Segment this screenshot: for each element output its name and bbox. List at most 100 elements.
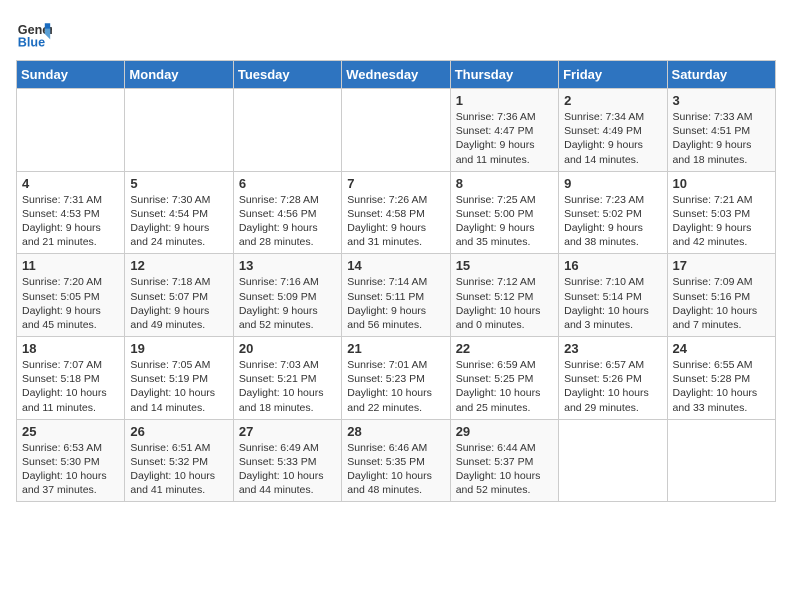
column-header-thursday: Thursday [450, 61, 558, 89]
calendar-header-row: SundayMondayTuesdayWednesdayThursdayFrid… [17, 61, 776, 89]
column-header-tuesday: Tuesday [233, 61, 341, 89]
day-info: Sunrise: 7:31 AM Sunset: 4:53 PM Dayligh… [22, 193, 119, 250]
calendar-week-1: 4 Sunrise: 7:31 AM Sunset: 4:53 PM Daylig… [17, 171, 776, 254]
calendar-cell: 14 Sunrise: 7:14 AM Sunset: 5:11 PM Dayli… [342, 254, 450, 337]
day-info: Sunrise: 7:14 AM Sunset: 5:11 PM Dayligh… [347, 275, 444, 332]
day-info: Sunrise: 7:16 AM Sunset: 5:09 PM Dayligh… [239, 275, 336, 332]
column-header-friday: Friday [559, 61, 667, 89]
day-number: 29 [456, 424, 553, 439]
day-info: Sunrise: 7:07 AM Sunset: 5:18 PM Dayligh… [22, 358, 119, 415]
day-number: 23 [564, 341, 661, 356]
day-number: 16 [564, 258, 661, 273]
calendar-cell: 15Sunrise: 7:12 AM Sunset: 5:12 PM Dayli… [450, 254, 558, 337]
calendar-cell: 3 Sunrise: 7:33 AM Sunset: 4:51 PM Daylig… [667, 89, 775, 172]
calendar-cell [342, 89, 450, 172]
logo: General Blue [16, 16, 52, 52]
day-info: Sunrise: 7:18 AM Sunset: 5:07 PM Dayligh… [130, 275, 227, 332]
day-number: 8 [456, 176, 553, 191]
day-number: 5 [130, 176, 227, 191]
calendar-cell: 10 Sunrise: 7:21 AM Sunset: 5:03 PM Dayli… [667, 171, 775, 254]
day-number: 2 [564, 93, 661, 108]
calendar-cell [559, 419, 667, 502]
column-header-wednesday: Wednesday [342, 61, 450, 89]
day-number: 28 [347, 424, 444, 439]
day-info: Sunrise: 7:10 AM Sunset: 5:14 PM Dayligh… [564, 275, 661, 332]
page-header: General Blue [16, 16, 776, 52]
calendar-cell [233, 89, 341, 172]
calendar-week-0: 1 Sunrise: 7:36 AM Sunset: 4:47 PM Daylig… [17, 89, 776, 172]
day-number: 17 [673, 258, 770, 273]
calendar-cell [17, 89, 125, 172]
day-info: Sunrise: 7:26 AM Sunset: 4:58 PM Dayligh… [347, 193, 444, 250]
day-number: 4 [22, 176, 119, 191]
day-number: 1 [456, 93, 553, 108]
column-header-monday: Monday [125, 61, 233, 89]
day-number: 12 [130, 258, 227, 273]
day-number: 21 [347, 341, 444, 356]
calendar-cell: 25 Sunrise: 6:53 AM Sunset: 5:30 PM Dayli… [17, 419, 125, 502]
day-number: 22 [456, 341, 553, 356]
day-info: Sunrise: 7:30 AM Sunset: 4:54 PM Dayligh… [130, 193, 227, 250]
day-number: 9 [564, 176, 661, 191]
calendar-cell: 16 Sunrise: 7:10 AM Sunset: 5:14 PM Dayli… [559, 254, 667, 337]
calendar-cell: 9Sunrise: 7:23 AM Sunset: 5:02 PM Daylig… [559, 171, 667, 254]
day-info: Sunrise: 6:46 AM Sunset: 5:35 PM Dayligh… [347, 441, 444, 498]
day-number: 25 [22, 424, 119, 439]
day-number: 20 [239, 341, 336, 356]
day-number: 11 [22, 258, 119, 273]
day-info: Sunrise: 7:20 AM Sunset: 5:05 PM Dayligh… [22, 275, 119, 332]
svg-text:Blue: Blue [18, 36, 45, 50]
day-info: Sunrise: 6:44 AM Sunset: 5:37 PM Dayligh… [456, 441, 553, 498]
day-info: Sunrise: 6:57 AM Sunset: 5:26 PM Dayligh… [564, 358, 661, 415]
day-number: 13 [239, 258, 336, 273]
day-info: Sunrise: 7:01 AM Sunset: 5:23 PM Dayligh… [347, 358, 444, 415]
day-number: 3 [673, 93, 770, 108]
day-info: Sunrise: 7:21 AM Sunset: 5:03 PM Dayligh… [673, 193, 770, 250]
day-info: Sunrise: 7:03 AM Sunset: 5:21 PM Dayligh… [239, 358, 336, 415]
calendar-cell [667, 419, 775, 502]
calendar-cell: 22 Sunrise: 6:59 AM Sunset: 5:25 PM Dayli… [450, 337, 558, 420]
day-info: Sunrise: 7:25 AM Sunset: 5:00 PM Dayligh… [456, 193, 553, 250]
day-info: Sunrise: 6:51 AM Sunset: 5:32 PM Dayligh… [130, 441, 227, 498]
day-info: Sunrise: 6:59 AM Sunset: 5:25 PM Dayligh… [456, 358, 553, 415]
calendar-cell: 5 Sunrise: 7:30 AM Sunset: 4:54 PM Daylig… [125, 171, 233, 254]
calendar-table: SundayMondayTuesdayWednesdayThursdayFrid… [16, 60, 776, 502]
calendar-week-3: 18 Sunrise: 7:07 AM Sunset: 5:18 PM Dayli… [17, 337, 776, 420]
calendar-cell: 17 Sunrise: 7:09 AM Sunset: 5:16 PM Dayli… [667, 254, 775, 337]
calendar-cell: 20 Sunrise: 7:03 AM Sunset: 5:21 PM Dayli… [233, 337, 341, 420]
calendar-cell: 4 Sunrise: 7:31 AM Sunset: 4:53 PM Daylig… [17, 171, 125, 254]
day-info: Sunrise: 7:05 AM Sunset: 5:19 PM Dayligh… [130, 358, 227, 415]
calendar-body: 1 Sunrise: 7:36 AM Sunset: 4:47 PM Daylig… [17, 89, 776, 502]
day-info: Sunrise: 7:28 AM Sunset: 4:56 PM Dayligh… [239, 193, 336, 250]
calendar-cell: 6Sunrise: 7:28 AM Sunset: 4:56 PM Daylig… [233, 171, 341, 254]
column-header-saturday: Saturday [667, 61, 775, 89]
day-number: 26 [130, 424, 227, 439]
day-number: 15 [456, 258, 553, 273]
calendar-cell: 23 Sunrise: 6:57 AM Sunset: 5:26 PM Dayli… [559, 337, 667, 420]
calendar-cell: 1 Sunrise: 7:36 AM Sunset: 4:47 PM Daylig… [450, 89, 558, 172]
day-info: Sunrise: 6:55 AM Sunset: 5:28 PM Dayligh… [673, 358, 770, 415]
day-info: Sunrise: 7:33 AM Sunset: 4:51 PM Dayligh… [673, 110, 770, 167]
day-number: 24 [673, 341, 770, 356]
calendar-week-2: 11 Sunrise: 7:20 AM Sunset: 5:05 PM Dayli… [17, 254, 776, 337]
day-number: 18 [22, 341, 119, 356]
calendar-cell: 13 Sunrise: 7:16 AM Sunset: 5:09 PM Dayli… [233, 254, 341, 337]
day-info: Sunrise: 7:36 AM Sunset: 4:47 PM Dayligh… [456, 110, 553, 167]
calendar-cell: 2 Sunrise: 7:34 AM Sunset: 4:49 PM Daylig… [559, 89, 667, 172]
calendar-cell: 19 Sunrise: 7:05 AM Sunset: 5:19 PM Dayli… [125, 337, 233, 420]
day-info: Sunrise: 6:53 AM Sunset: 5:30 PM Dayligh… [22, 441, 119, 498]
day-number: 10 [673, 176, 770, 191]
day-info: Sunrise: 7:34 AM Sunset: 4:49 PM Dayligh… [564, 110, 661, 167]
calendar-cell: 27Sunrise: 6:49 AM Sunset: 5:33 PM Dayli… [233, 419, 341, 502]
day-number: 7 [347, 176, 444, 191]
day-number: 19 [130, 341, 227, 356]
calendar-cell: 11 Sunrise: 7:20 AM Sunset: 5:05 PM Dayli… [17, 254, 125, 337]
day-info: Sunrise: 7:09 AM Sunset: 5:16 PM Dayligh… [673, 275, 770, 332]
day-info: Sunrise: 6:49 AM Sunset: 5:33 PM Dayligh… [239, 441, 336, 498]
calendar-cell [125, 89, 233, 172]
logo-icon: General Blue [16, 16, 52, 52]
column-header-sunday: Sunday [17, 61, 125, 89]
day-number: 14 [347, 258, 444, 273]
calendar-cell: 7 Sunrise: 7:26 AM Sunset: 4:58 PM Daylig… [342, 171, 450, 254]
calendar-cell: 29 Sunrise: 6:44 AM Sunset: 5:37 PM Dayli… [450, 419, 558, 502]
